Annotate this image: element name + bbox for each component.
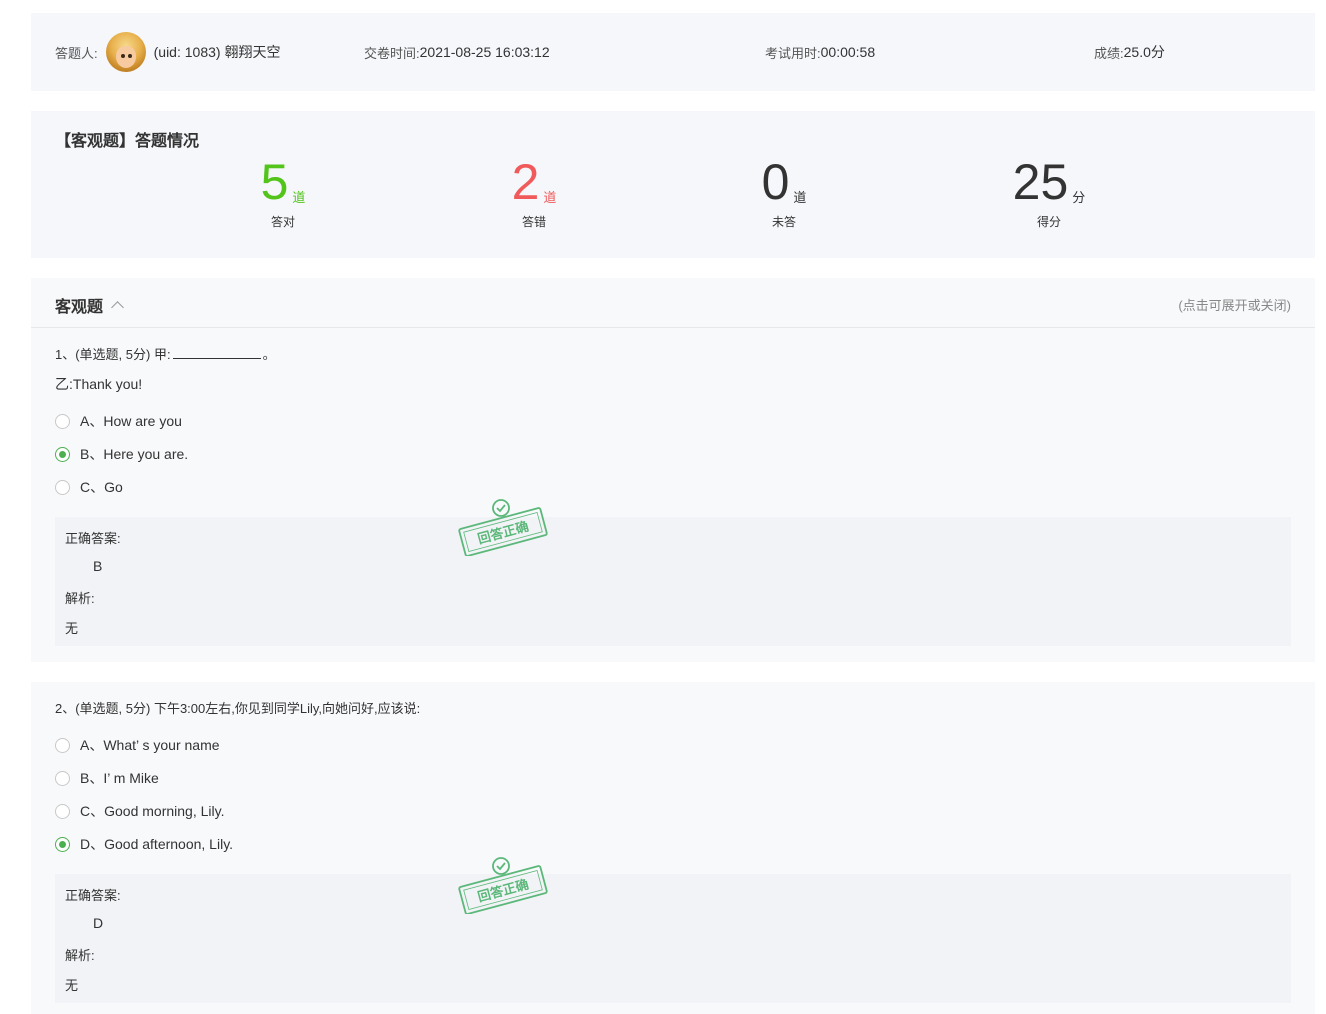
stat-wrong-unit: 道 — [543, 190, 557, 205]
question-2-option-c[interactable]: C、Good morning, Lily. — [55, 801, 224, 821]
exam-info-bar: 答题人: (uid: 1083) 翱翔天空 交卷时间: 2021-08-25 1… — [31, 13, 1315, 91]
radio-button[interactable] — [55, 413, 70, 429]
option-label: C、Go — [80, 479, 123, 495]
objective-summary: 【客观题】答题情况 5道 答对 2道 答错 0道 未答 25 分 得分 — [31, 111, 1315, 258]
question-2-option-a[interactable]: A、What’ s your name — [55, 735, 220, 755]
question-2-option-b[interactable]: B、I’ m Mike — [55, 768, 159, 788]
duration-info: 考试用时: 00:00:58 — [765, 13, 875, 91]
exam-result-page: 答题人: (uid: 1083) 翱翔天空 交卷时间: 2021-08-25 1… — [0, 0, 1326, 1014]
question-2-option-d[interactable]: D、Good afternoon, Lily. — [55, 834, 233, 854]
option-label: D、Good afternoon, Lily. — [80, 836, 234, 852]
stat-unanswered-unit: 道 — [793, 190, 807, 205]
question-2-answer-box: 正确答案: D 解析: 无 — [55, 874, 1291, 1003]
correct-answer-value: D — [93, 915, 104, 931]
answer-blank — [172, 346, 261, 359]
duration-value: 00:00:58 — [820, 44, 876, 60]
radio-button[interactable] — [55, 803, 70, 819]
question-1-stem: 1、(单选题, 5分) 甲: 。 — [55, 344, 276, 363]
analysis-value: 无 — [65, 978, 79, 993]
stat-wrong-value: 2 — [511, 154, 540, 210]
stat-unanswered-value: 0 — [761, 154, 790, 210]
radio-button[interactable] — [55, 737, 70, 753]
question-2-stem: 2、(单选题, 5分) 下午3:00左右,你见到同学Lily,向她问好,应该说: — [55, 701, 421, 716]
stat-unanswered-label: 未答 — [771, 215, 796, 229]
duration-label: 考试用时: — [765, 45, 821, 61]
question-1-answer-box: 正确答案: B 解析: 无 — [55, 517, 1291, 646]
question-2-block: 2、(单选题, 5分) 下午3:00左右,你见到同学Lily,向她问好,应该说:… — [31, 682, 1315, 1014]
correct-answer-label: 正确答案: — [65, 531, 121, 546]
score-value: 25.0分 — [1123, 44, 1165, 60]
correct-answer-stamp-icon: 回答正确 — [458, 857, 548, 914]
option-label: A、What’ s your name — [80, 737, 220, 753]
question-1-dialog-line: 乙:Thank you! — [55, 376, 143, 392]
stat-wrong: 2道 答错 — [474, 155, 594, 230]
correct-answer-stamp-icon: 回答正确 — [458, 499, 548, 556]
stat-wrong-label: 答错 — [521, 215, 546, 229]
submit-time-value: 2021-08-25 16:03:12 — [419, 44, 550, 60]
section-title[interactable]: 客观题 — [55, 293, 124, 317]
respondent-info: 答题人: (uid: 1083) 翱翔天空 — [55, 13, 280, 91]
stat-correct-label: 答对 — [270, 215, 295, 229]
option-label: B、Here you are. — [80, 446, 189, 462]
question-1-option-c[interactable]: C、Go — [55, 477, 123, 497]
radio-button[interactable] — [55, 479, 70, 495]
respondent-name: (uid: 1083) 翱翔天空 — [153, 44, 281, 60]
score-info: 成绩: 25.0分 — [1094, 13, 1165, 91]
stat-correct-value: 5 — [260, 154, 289, 210]
objective-section: 客观题 (点击可展开或关闭) 1、(单选题, 5分) 甲: 。 乙:Thank y… — [31, 278, 1315, 662]
option-label: A、How are you — [80, 413, 182, 429]
stat-correct-unit: 道 — [292, 190, 306, 205]
analysis-label: 解析: — [65, 591, 95, 606]
correct-answer-label: 正确答案: — [65, 888, 121, 903]
option-label: C、Good morning, Lily. — [80, 803, 225, 819]
radio-button[interactable] — [55, 770, 70, 786]
score-label: 成绩: — [1094, 45, 1124, 61]
analysis-label: 解析: — [65, 948, 95, 963]
section-header[interactable]: 客观题 (点击可展开或关闭) — [31, 278, 1315, 328]
submit-time-info: 交卷时间: 2021-08-25 16:03:12 — [364, 13, 550, 91]
stat-score-label: 得分 — [1036, 215, 1061, 229]
stat-score-unit: 分 — [1072, 190, 1086, 205]
avatar — [105, 32, 146, 72]
question-1-stem-prefix: 1、(单选题, 5分) 甲: — [55, 347, 171, 362]
stat-score-value: 25 — [1012, 154, 1069, 210]
question-1-stem-suffix: 。 — [262, 347, 276, 362]
chevron-up-icon[interactable] — [111, 300, 124, 314]
stat-score: 25 分 得分 — [989, 155, 1109, 230]
radio-button-checked[interactable] — [55, 836, 70, 852]
section-toggle-hint[interactable]: (点击可展开或关闭) — [1178, 295, 1291, 314]
question-1-option-b[interactable]: B、Here you are. — [55, 444, 188, 464]
section-title-text: 客观题 — [55, 299, 104, 316]
submit-time-label: 交卷时间: — [364, 45, 420, 61]
stat-unanswered: 0道 未答 — [724, 155, 844, 230]
correct-answer-value: B — [93, 558, 103, 574]
respondent-label: 答题人: — [55, 45, 98, 61]
option-label: B、I’ m Mike — [80, 770, 159, 786]
radio-button-checked[interactable] — [55, 446, 70, 462]
question-1-option-a[interactable]: A、How are you — [55, 411, 182, 431]
stat-correct: 5道 答对 — [223, 155, 343, 230]
analysis-value: 无 — [65, 621, 79, 636]
summary-title: 【客观题】答题情况 — [55, 133, 200, 150]
